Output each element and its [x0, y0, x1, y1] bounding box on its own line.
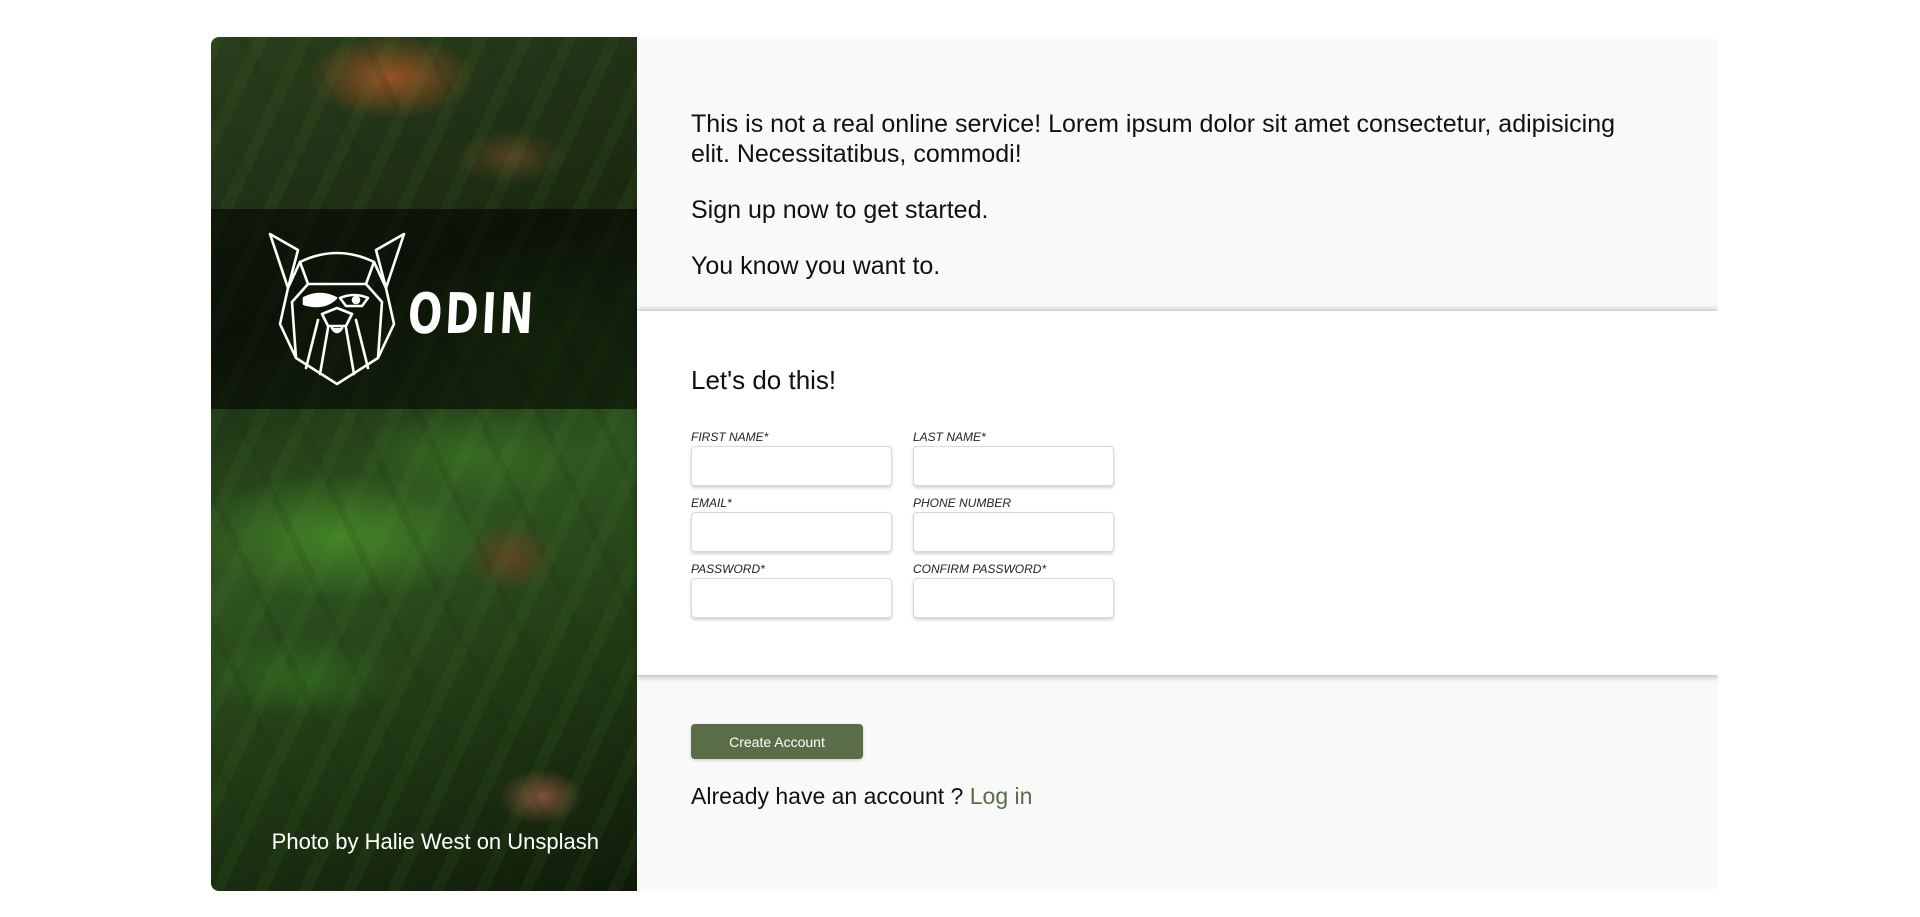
- first-name-field[interactable]: [691, 446, 892, 486]
- photo-credit: Photo by Halie West on Unsplash: [271, 829, 599, 854]
- form-footer: Create Account Already have an account ?…: [637, 675, 1718, 891]
- password-label: PASSWORD*: [691, 562, 765, 576]
- email-label: EMAIL*: [691, 496, 732, 510]
- last-name-label: LAST NAME*: [913, 430, 986, 444]
- intro-cta: Sign up now to get started.: [691, 196, 989, 224]
- intro-tagline: You know you want to.: [691, 252, 941, 280]
- main-content: This is not a real online service! Lorem…: [637, 37, 1718, 891]
- password-field[interactable]: [691, 578, 892, 618]
- login-prompt-text: Already have an account ?: [691, 783, 970, 809]
- confirm-password-field[interactable]: [913, 578, 1114, 618]
- login-link[interactable]: Log in: [970, 783, 1033, 809]
- phone-group: PHONE NUMBER: [913, 496, 1114, 552]
- first-name-label: FIRST NAME*: [691, 430, 769, 444]
- email-group: EMAIL*: [691, 496, 892, 552]
- login-prompt: Already have an account ? Log in: [691, 783, 1664, 810]
- password-group: PASSWORD*: [691, 562, 892, 618]
- create-account-button[interactable]: Create Account: [691, 724, 863, 759]
- intro-section: This is not a real online service! Lorem…: [637, 37, 1718, 311]
- email-field[interactable]: [691, 512, 892, 552]
- signup-form-section: Let's do this! FIRST NAME* LAST NAME* EM…: [637, 311, 1718, 675]
- form-heading: Let's do this!: [691, 365, 837, 395]
- odin-helmet-icon: [268, 232, 406, 385]
- confirm-password-label: CONFIRM PASSWORD*: [913, 562, 1047, 576]
- last-name-group: LAST NAME*: [913, 430, 1114, 486]
- signup-form: FIRST NAME* LAST NAME* EMAIL* PHONE NUMB…: [691, 430, 1664, 618]
- phone-number-field[interactable]: [913, 512, 1114, 552]
- hero-photo-panel: ODIN Photo by Halie West on Unsplash: [211, 37, 637, 891]
- logo-band: ODIN: [211, 209, 637, 409]
- intro-disclaimer: This is not a real online service! Lorem…: [691, 110, 1616, 168]
- last-name-field[interactable]: [913, 446, 1114, 486]
- phone-label: PHONE NUMBER: [913, 496, 1012, 510]
- first-name-group: FIRST NAME*: [691, 430, 892, 486]
- brand-wordmark: ODIN: [406, 281, 538, 347]
- signup-card: ODIN Photo by Halie West on Unsplash Thi…: [211, 37, 1718, 891]
- confirm-password-group: CONFIRM PASSWORD*: [913, 562, 1114, 618]
